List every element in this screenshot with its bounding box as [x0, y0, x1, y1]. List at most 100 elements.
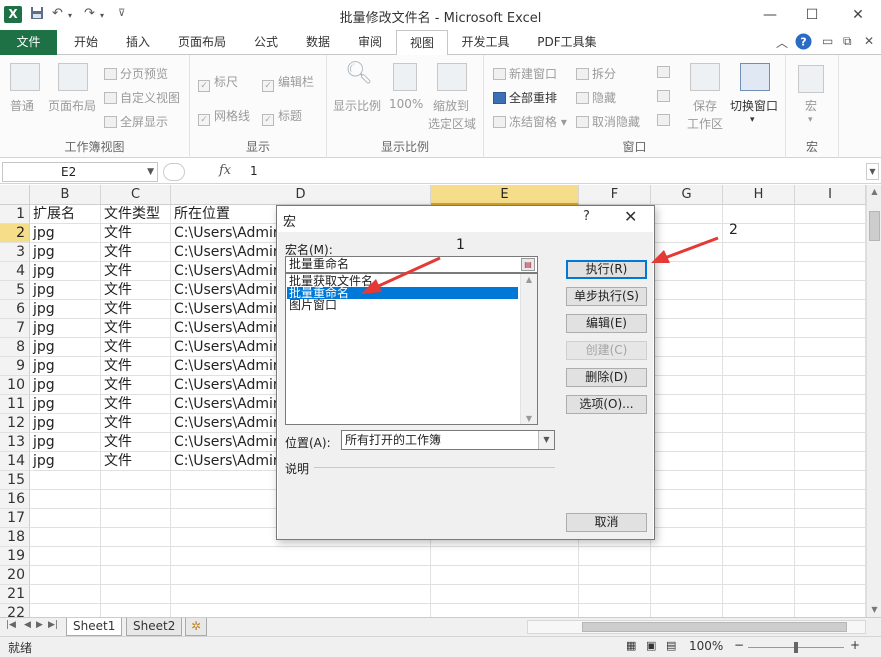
- table-cell[interactable]: jpg: [30, 357, 101, 376]
- first-sheet-icon[interactable]: |◀: [6, 620, 16, 630]
- macro-item-picture-window[interactable]: 图片窗口: [287, 299, 518, 311]
- ruler-checkbox[interactable]: ✓ 标尺: [198, 73, 238, 92]
- name-box[interactable]: E2 ▼: [2, 162, 158, 182]
- row-header-13[interactable]: 13: [0, 433, 30, 452]
- view-side-by-side-icon[interactable]: [657, 65, 673, 79]
- vertical-scrollbar[interactable]: ▲ ▼: [866, 185, 881, 617]
- hide-button[interactable]: 隐藏: [576, 89, 616, 106]
- zoom-out-button[interactable]: −: [734, 638, 744, 652]
- zoom-level[interactable]: 100%: [689, 639, 723, 653]
- page-layout-status-icon[interactable]: ▣: [646, 639, 656, 652]
- row-header-5[interactable]: 5: [0, 281, 30, 300]
- zoom-to-selection-button[interactable]: 缩放到: [433, 97, 469, 114]
- zoom-slider-thumb[interactable]: [794, 642, 798, 653]
- row-header-14[interactable]: 14: [0, 452, 30, 471]
- synchronous-scrolling-icon[interactable]: [657, 89, 673, 103]
- header-cell[interactable]: 文件类型: [101, 205, 171, 224]
- column-header-g[interactable]: G: [651, 185, 723, 205]
- formula-bar-checkbox[interactable]: ✓ 编辑栏: [262, 73, 314, 92]
- row-header-4[interactable]: 4: [0, 262, 30, 281]
- macro-list[interactable]: 批量获取文件名 批量重命名 图片窗口 ▲ ▼: [285, 273, 538, 425]
- delete-button[interactable]: 删除(D): [566, 368, 647, 387]
- switch-windows-dropdown-icon[interactable]: ▾: [750, 115, 755, 125]
- table-cell[interactable]: jpg: [30, 262, 101, 281]
- insert-worksheet-icon[interactable]: ✲: [185, 618, 208, 636]
- arrange-all-button[interactable]: 全部重排: [493, 89, 557, 106]
- headings-checkbox[interactable]: ✓ 标题: [262, 107, 302, 126]
- table-cell[interactable]: 文件: [101, 452, 171, 471]
- tab-data[interactable]: 数据: [292, 30, 344, 55]
- row-header-10[interactable]: 10: [0, 376, 30, 395]
- table-cell[interactable]: 文件: [101, 395, 171, 414]
- table-cell[interactable]: jpg: [30, 281, 101, 300]
- row-header-16[interactable]: 16: [0, 490, 30, 509]
- unhide-button[interactable]: 取消隐藏: [576, 113, 640, 130]
- row-header-15[interactable]: 15: [0, 471, 30, 490]
- tab-page-layout[interactable]: 页面布局: [166, 30, 238, 55]
- table-cell[interactable]: jpg: [30, 452, 101, 471]
- table-cell[interactable]: jpg: [30, 224, 101, 243]
- last-sheet-icon[interactable]: ▶|: [48, 620, 58, 630]
- page-break-preview-button[interactable]: 分页预览: [104, 65, 168, 82]
- formula-input[interactable]: 1: [240, 162, 864, 182]
- create-button[interactable]: 创建(C): [566, 341, 647, 360]
- collapse-dialog-icon[interactable]: ▤: [521, 258, 535, 271]
- table-cell[interactable]: 文件: [101, 319, 171, 338]
- collapse-ribbon-icon[interactable]: ︿: [776, 34, 788, 51]
- tab-developer[interactable]: 开发工具: [448, 30, 523, 55]
- run-button[interactable]: 执行(R): [566, 260, 647, 279]
- macro-list-scrollbar[interactable]: ▲ ▼: [520, 274, 537, 424]
- column-header-b[interactable]: B: [30, 185, 101, 205]
- table-cell[interactable]: 文件: [101, 262, 171, 281]
- switch-windows-button[interactable]: 切换窗口: [730, 97, 778, 114]
- dialog-close-button[interactable]: ✕: [624, 207, 637, 226]
- table-cell[interactable]: 文件: [101, 224, 171, 243]
- row-header-17[interactable]: 17: [0, 509, 30, 528]
- next-sheet-icon[interactable]: ▶: [36, 620, 43, 630]
- column-header-i[interactable]: I: [795, 185, 866, 205]
- row-header-20[interactable]: 20: [0, 566, 30, 585]
- row-header-6[interactable]: 6: [0, 300, 30, 319]
- dialog-help-button[interactable]: ?: [583, 209, 590, 224]
- sheet-tab-sheet1[interactable]: Sheet1: [66, 618, 123, 636]
- row-header-1[interactable]: 1: [0, 205, 30, 224]
- cancel-button[interactable]: 取消: [566, 513, 647, 532]
- column-header-h[interactable]: H: [723, 185, 795, 205]
- close-window-button[interactable]: ✕: [838, 3, 878, 27]
- new-window-button[interactable]: 新建窗口: [493, 65, 557, 82]
- scroll-up-icon[interactable]: ▲: [867, 185, 881, 199]
- formula-bar-resize-handle[interactable]: [163, 163, 185, 181]
- table-cell[interactable]: 文件: [101, 357, 171, 376]
- column-header-c[interactable]: C: [101, 185, 171, 205]
- table-cell[interactable]: 文件: [101, 338, 171, 357]
- macros-button[interactable]: 宏: [805, 97, 817, 114]
- full-screen-button[interactable]: 全屏显示: [104, 113, 168, 130]
- expand-formula-bar-icon[interactable]: ▼: [866, 163, 879, 180]
- edit-button[interactable]: 编辑(E): [566, 314, 647, 333]
- table-cell[interactable]: jpg: [30, 319, 101, 338]
- tab-pdf-tools[interactable]: PDF工具集: [524, 30, 610, 55]
- table-cell[interactable]: 文件: [101, 376, 171, 395]
- normal-view-status-icon[interactable]: ▦: [626, 639, 636, 652]
- zoom-in-button[interactable]: +: [850, 638, 860, 652]
- workbook-close-icon[interactable]: ✕: [864, 34, 874, 48]
- horizontal-scroll-thumb[interactable]: [582, 622, 847, 632]
- table-cell[interactable]: 文件: [101, 300, 171, 319]
- tab-home[interactable]: 开始: [60, 30, 112, 55]
- location-dropdown-icon[interactable]: ▼: [538, 431, 554, 449]
- prev-sheet-icon[interactable]: ◀: [24, 620, 31, 630]
- table-cell[interactable]: jpg: [30, 243, 101, 262]
- row-header-8[interactable]: 8: [0, 338, 30, 357]
- minimize-button[interactable]: —: [750, 3, 790, 27]
- tab-file[interactable]: 文件: [0, 30, 57, 55]
- table-cell[interactable]: jpg: [30, 300, 101, 319]
- help-icon[interactable]: ?: [795, 33, 812, 53]
- row-header-9[interactable]: 9: [0, 357, 30, 376]
- sheet-tab-sheet2[interactable]: Sheet2: [126, 618, 183, 636]
- tab-review[interactable]: 审阅: [344, 30, 396, 55]
- select-all-corner[interactable]: [0, 185, 30, 205]
- macros-dropdown-icon[interactable]: ▾: [808, 115, 813, 125]
- normal-view-button[interactable]: 普通: [10, 97, 34, 114]
- save-workspace-button[interactable]: 保存: [693, 97, 717, 114]
- list-scroll-down-icon[interactable]: ▼: [521, 414, 537, 423]
